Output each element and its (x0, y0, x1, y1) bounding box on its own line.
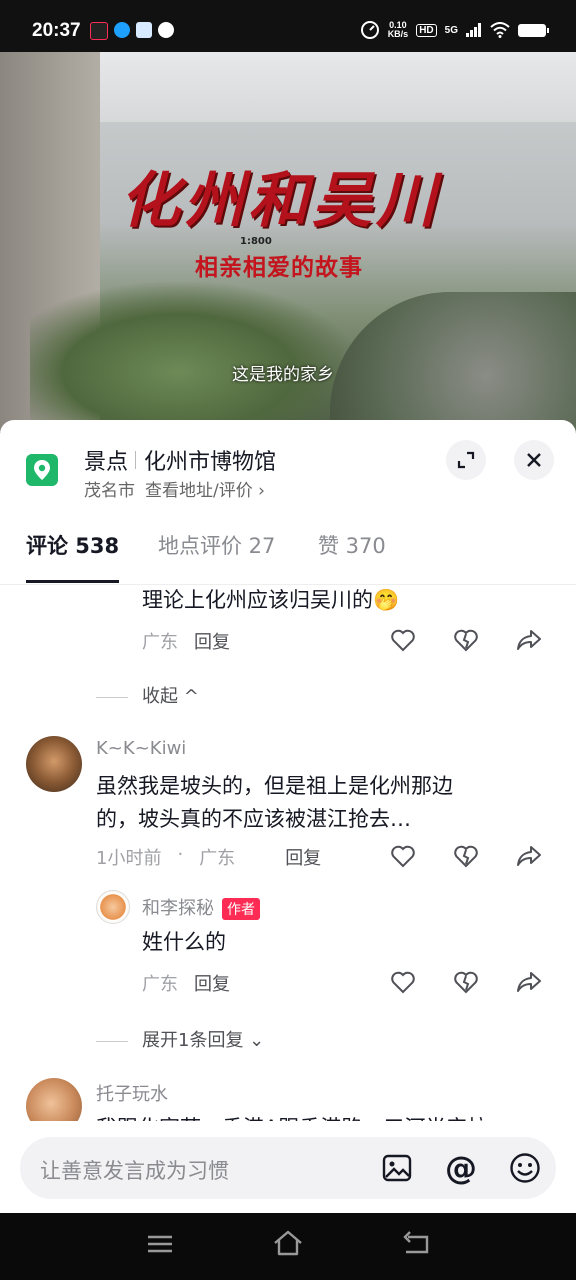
input-placeholder: 让善意发言成为习惯 (40, 1159, 229, 1183)
collapse-replies[interactable]: 收起 ^ (96, 682, 199, 708)
status-indicators: 0.10 KB/s HD 5G (360, 20, 549, 40)
video-caption: 这是我的家乡 (232, 365, 334, 385)
divider (135, 451, 137, 469)
comment-meta: 广东 回复 (142, 628, 230, 654)
comment-username[interactable]: K~K~Kiwi (96, 738, 186, 759)
location-pin-icon (26, 454, 58, 486)
expand-button[interactable] (446, 440, 486, 480)
collapse-label: 收起 ^ (142, 686, 199, 707)
comment-username[interactable]: 托子玩水 (96, 1080, 168, 1106)
view-address-link[interactable]: 查看地址/评价 › (145, 476, 265, 501)
reply-button[interactable]: 回复 (194, 970, 230, 996)
video-subtitle: 相亲相爱的故事 (195, 255, 363, 281)
comment-text: 理论上化州应该归吴川的🤭 (142, 588, 400, 612)
tab-comments[interactable]: 评论 538 (26, 530, 119, 560)
reply-meta: 广东 回复 (142, 970, 230, 996)
home-icon[interactable] (272, 1229, 304, 1259)
news-icon (136, 22, 152, 38)
like-icon[interactable] (390, 844, 416, 868)
hd-badge: HD (416, 23, 437, 37)
status-bar: 20:37 0.10 KB/s HD 5G (0, 0, 576, 52)
tab-bar: 评论 538 地点评价 27 赞 370 (0, 514, 576, 585)
back-icon[interactable] (400, 1229, 432, 1259)
douyin-icon (90, 22, 108, 40)
avatar[interactable] (26, 736, 82, 792)
place-subline: 茂名市 查看地址/评价 › (84, 476, 265, 501)
tab-indicator (26, 580, 119, 583)
reply-button[interactable]: 回复 (194, 628, 230, 654)
emoji-icon[interactable] (508, 1151, 542, 1185)
share-icon[interactable] (516, 628, 542, 652)
like-icon[interactable] (390, 628, 416, 652)
net-speed: 0.10 KB/s (388, 21, 409, 39)
wechat-icon (158, 22, 174, 38)
expand-replies[interactable]: 展开1条回复 ⌄ (96, 1026, 264, 1052)
comment-actions (390, 844, 542, 868)
comment-input-bar: 让善意发言成为习惯 @ (0, 1121, 576, 1213)
reply-location: 广东 (142, 974, 178, 995)
author-badge: 作者 (222, 898, 260, 920)
dislike-icon[interactable] (453, 970, 479, 994)
notification-icons (90, 22, 174, 40)
close-button[interactable] (514, 440, 554, 480)
expand-icon (457, 451, 475, 469)
comment-input[interactable]: 让善意发言成为习惯 @ (20, 1137, 556, 1199)
like-icon[interactable] (390, 970, 416, 994)
speed-gauge-icon (360, 21, 379, 39)
comment-time: 1小时前 (96, 848, 162, 869)
dislike-icon[interactable] (453, 844, 479, 868)
comment-actions (390, 628, 542, 652)
expand-label: 展开1条回复 ⌄ (142, 1030, 265, 1051)
net-speed-unit: KB/s (387, 29, 409, 39)
video-player[interactable]: 化州和吴川 1:800 相亲相爱的故事 这是我的家乡 (0, 52, 576, 432)
share-icon[interactable] (516, 970, 542, 994)
signal-bars-icon (466, 23, 481, 37)
video-scale: 1:800 (240, 236, 272, 247)
place-name: 化州市博物馆 (144, 450, 277, 475)
signal-label: 5G (444, 24, 458, 36)
dislike-icon[interactable] (453, 628, 479, 652)
tab-place-reviews[interactable]: 地点评价 27 (158, 530, 275, 560)
mention-icon[interactable]: @ (444, 1151, 478, 1185)
menu-icon[interactable] (146, 1229, 174, 1259)
place-city: 茂名市 (84, 481, 135, 501)
qq-icon (114, 22, 130, 38)
model-city (330, 292, 576, 432)
status-time: 20:37 (32, 20, 81, 41)
comment-meta: 1小时前 · 广东 回复 (96, 844, 321, 870)
video-title: 化州和吴川 (120, 166, 440, 236)
image-icon[interactable] (380, 1151, 414, 1185)
comment-text-line1: 虽然我是坡头的，但是祖上是化州那边 (96, 774, 453, 798)
system-nav-bar (0, 1213, 576, 1280)
reply-text: 姓什么的 (142, 930, 226, 954)
wifi-icon (490, 22, 510, 38)
divider-line (96, 1040, 128, 1042)
reply-username[interactable]: 和李探秘 (142, 898, 214, 919)
comment-location: 广东 (142, 632, 178, 653)
tab-likes[interactable]: 赞 370 (318, 530, 386, 560)
share-icon[interactable] (516, 844, 542, 868)
meta-dot: · (177, 844, 184, 865)
comment-sheet: 景点 化州市博物馆 茂名市 查看地址/评价 › 评论 538 地点评价 27 赞… (0, 420, 576, 1213)
ceiling (100, 52, 576, 122)
model-hills (30, 282, 360, 432)
reply-actions (390, 970, 542, 994)
close-icon (527, 453, 541, 467)
divider-line (96, 696, 128, 698)
author-avatar[interactable] (96, 890, 130, 924)
reply-username-row: 和李探秘 作者 (142, 894, 260, 920)
comment-text-line2: 的，坡头真的不应该被湛江抢去… (96, 807, 411, 831)
reply-button[interactable]: 回复 (285, 844, 321, 870)
battery-icon (518, 23, 549, 37)
place-header[interactable]: 景点 化州市博物馆 (84, 444, 276, 476)
place-category: 景点 (84, 450, 129, 475)
comment-location: 广东 (199, 848, 236, 869)
